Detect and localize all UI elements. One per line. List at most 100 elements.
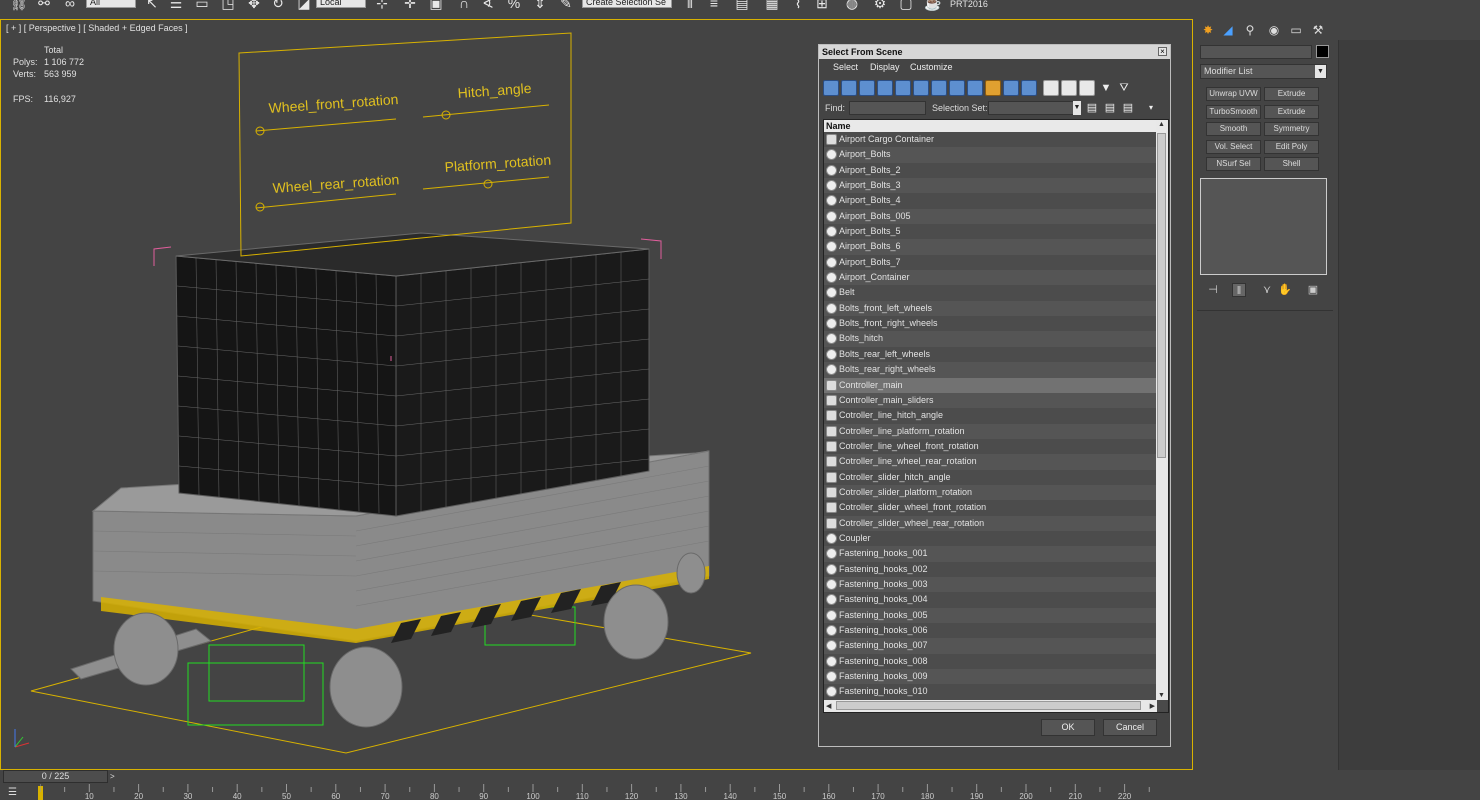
menu-customize[interactable]: Customize [910, 62, 953, 72]
display-frozen-icon[interactable] [1003, 80, 1019, 96]
list-item[interactable]: Bolts_hitch [824, 331, 1157, 347]
object-color-swatch[interactable] [1316, 45, 1329, 58]
curve-editor-icon[interactable]: ⌇ [790, 0, 806, 11]
list-item[interactable]: Airport_Bolts_5 [824, 224, 1157, 240]
modifier-button[interactable]: Shell [1264, 157, 1319, 171]
horizontal-scrollbar[interactable]: ◀ ▶ [824, 700, 1157, 712]
modifier-stack[interactable] [1200, 178, 1327, 275]
list-header-name[interactable]: Name [824, 120, 1157, 132]
display-helpers-icon[interactable] [895, 80, 911, 96]
display-hidden-icon[interactable] [1021, 80, 1037, 96]
named-selection-dropdown[interactable]: Create Selection Se [582, 0, 672, 8]
list-item[interactable]: Fastening_hooks_005 [824, 607, 1157, 623]
material-editor-icon[interactable]: ◍ [844, 0, 860, 11]
selection-set-dropdown[interactable] [988, 101, 1080, 115]
modifier-button[interactable]: Vol. Select [1206, 139, 1261, 154]
list-item[interactable]: Airport Cargo Container [824, 132, 1157, 148]
graphite-tools-icon[interactable]: ▦ [764, 0, 780, 11]
horizontal-scroll-thumb[interactable] [836, 701, 1141, 710]
scroll-down-icon[interactable]: ▼ [1158, 692, 1165, 699]
pivot-icon[interactable]: ⊹ [374, 0, 390, 11]
spinner-snap-icon[interactable]: ⇕ [532, 0, 548, 11]
layer-manager-icon[interactable]: ▤ [734, 0, 750, 11]
list-item[interactable]: Cotroller_slider_hitch_angle [824, 469, 1157, 485]
display-spacewarps-icon[interactable] [913, 80, 929, 96]
modifier-button[interactable]: Unwrap UVW [1206, 87, 1261, 101]
angle-snap-icon[interactable]: ∢ [480, 0, 496, 11]
frame-counter[interactable]: 0 / 225 [3, 770, 108, 783]
list-item[interactable]: Fastening_hooks_001 [824, 546, 1157, 562]
render-icon[interactable]: ☕ [924, 0, 941, 11]
scroll-right-icon[interactable]: ▶ [1150, 702, 1155, 710]
motion-tab-icon[interactable]: ◉ [1266, 22, 1282, 38]
create-tab-icon[interactable]: ✸ [1200, 22, 1216, 38]
track-bar[interactable]: ☰ 10 20 30 40 50 60 70 80 90 100 110 120 130 140 150 16… [0, 784, 1480, 800]
make-unique-icon[interactable]: ⋎ [1260, 283, 1274, 297]
edit-named-selection-icon[interactable]: ✎ [558, 0, 574, 11]
modifier-button[interactable]: NSurf Sel [1206, 157, 1261, 171]
list-item[interactable]: Coupler [824, 530, 1157, 547]
modifier-button[interactable]: Extrude [1264, 104, 1319, 119]
list-item[interactable]: Fastening_hooks_008 [824, 653, 1157, 670]
list-item[interactable]: Belt [824, 285, 1157, 301]
list-item[interactable]: Bolts_rear_right_wheels [824, 362, 1157, 378]
list-item[interactable]: Cotroller_slider_wheel_front_rotation [824, 500, 1157, 516]
viewport-label[interactable]: [ + ] [ Perspective ] [ Shaded + Edged F… [6, 23, 188, 33]
unlink-icon[interactable]: ⚯ [36, 0, 52, 11]
list-item[interactable]: Cotroller_line_hitch_angle [824, 408, 1157, 424]
list-item[interactable]: Airport_Container [824, 270, 1157, 286]
select-none-icon[interactable] [1061, 80, 1077, 96]
list-item[interactable]: Cotroller_line_wheel_rear_rotation [824, 454, 1157, 470]
scroll-up-icon[interactable]: ▲ [1158, 121, 1165, 128]
list-item[interactable]: Fastening_hooks_007 [824, 638, 1157, 654]
render-frame-icon[interactable]: ▢ [898, 0, 914, 11]
display-cameras-icon[interactable] [877, 80, 893, 96]
mirror-icon[interactable]: ⫴ [682, 0, 698, 11]
list-item[interactable]: Fastening_hooks_010 [824, 684, 1157, 700]
list-item[interactable]: Bolts_front_right_wheels [824, 316, 1157, 332]
rect-selection-icon[interactable]: ▭ [194, 0, 210, 11]
list-item[interactable]: Airport_Bolts [824, 147, 1157, 163]
percent-snap-icon[interactable]: % [506, 0, 522, 11]
menu-display[interactable]: Display [870, 62, 900, 72]
list-item[interactable]: Bolts_front_left_wheels [824, 300, 1157, 317]
modifier-button[interactable]: Extrude [1264, 87, 1319, 101]
next-frame-button[interactable]: > [110, 770, 120, 783]
list-item[interactable]: Airport_Bolts_005 [824, 208, 1157, 225]
list-item[interactable]: Airport_Bolts_6 [824, 239, 1157, 255]
hierarchy-tab-icon[interactable]: ⚲ [1242, 22, 1258, 38]
select-all-icon[interactable] [1043, 80, 1059, 96]
list-item[interactable]: Fastening_hooks_009 [824, 669, 1157, 685]
list-item[interactable]: Cotroller_slider_wheel_rear_rotation [824, 515, 1157, 531]
filter-options-icon[interactable]: ⛛ [1117, 81, 1131, 95]
list-item[interactable]: Fastening_hooks_003 [824, 576, 1157, 593]
display-containers-icon[interactable] [985, 80, 1001, 96]
display-lights-icon[interactable] [859, 80, 875, 96]
filter-icon[interactable]: ▼ [1099, 81, 1113, 95]
schematic-view-icon[interactable]: ⊞ [814, 0, 830, 11]
remove-modifier-icon[interactable]: ✋ [1278, 283, 1292, 297]
time-slider[interactable]: 0 / 225 > [0, 770, 1193, 784]
bind-spacewarp-icon[interactable]: ∞ [62, 0, 78, 11]
show-end-result-icon[interactable]: ‖ [1232, 283, 1246, 297]
utilities-tab-icon[interactable]: ⚒ [1310, 22, 1326, 38]
scroll-left-icon[interactable]: ◀ [826, 702, 831, 710]
display-xrefs-icon[interactable] [949, 80, 965, 96]
close-button[interactable]: × [1158, 47, 1167, 56]
snap-toggle-icon[interactable]: ∩ [456, 0, 472, 11]
window-crossing-icon[interactable]: ◳ [220, 0, 236, 11]
list-item[interactable]: Airport_Bolts_7 [824, 254, 1157, 271]
vertical-scrollbar[interactable]: ▲ ▼ [1156, 120, 1168, 700]
list-item[interactable]: Airport_Bolts_2 [824, 162, 1157, 179]
display-bones-icon[interactable] [967, 80, 983, 96]
modifier-button[interactable]: Symmetry [1264, 122, 1319, 136]
options-dropdown-icon[interactable]: ▾ [1144, 101, 1158, 115]
modifier-list-dropdown[interactable]: Modifier List ▼ [1200, 64, 1327, 79]
list-item[interactable]: Controller_main [824, 377, 1157, 393]
modifier-button[interactable]: TurboSmooth [1206, 104, 1261, 119]
list-item[interactable]: Fastening_hooks_002 [824, 561, 1157, 577]
ok-button[interactable]: OK [1041, 719, 1095, 736]
list-item[interactable]: Controller_main_sliders [824, 392, 1157, 409]
render-setup-icon[interactable]: ⚙ [872, 0, 888, 11]
object-name-field[interactable] [1200, 45, 1312, 59]
